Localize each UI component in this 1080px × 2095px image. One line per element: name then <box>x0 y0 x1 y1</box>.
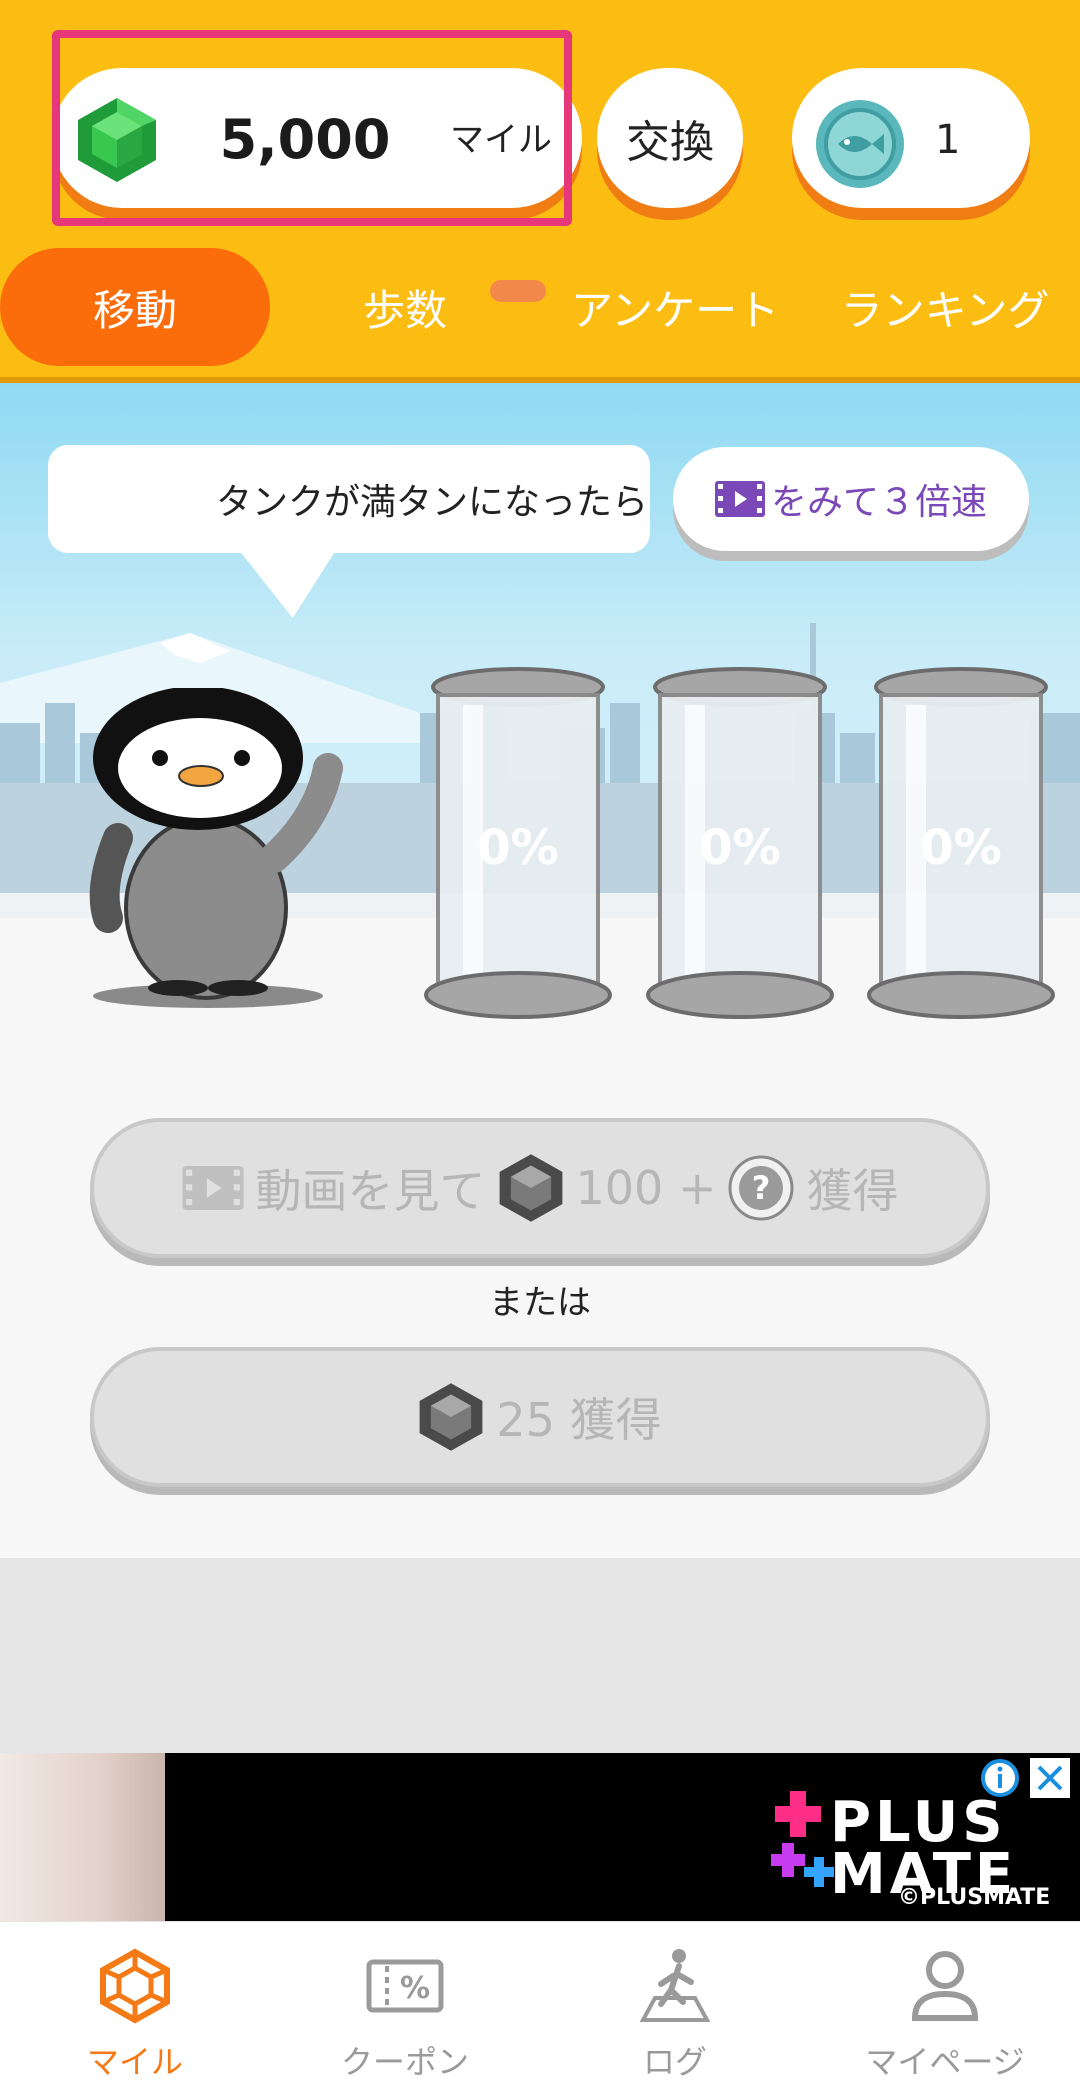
tab-label: アンケート <box>570 285 780 335</box>
tab-move[interactable]: 移動 <box>0 248 270 366</box>
tab-label: 歩数 <box>362 285 447 335</box>
tab-label: 移動 <box>92 285 177 335</box>
coupon-icon: % <box>366 1959 444 2013</box>
tab-survey[interactable]: アンケート <box>560 248 790 366</box>
get-25-label: 25 獲得 <box>496 1393 662 1447</box>
hexagon-gem-icon <box>100 1948 170 2024</box>
nav-label: マイページ <box>865 2043 1025 2081</box>
highlight-frame <box>52 30 572 226</box>
question-mark-icon: ? <box>728 1155 794 1221</box>
penguin-mascot <box>89 688 343 1008</box>
tab-steps[interactable]: 歩数 <box>300 248 510 366</box>
watch-video-get-button[interactable]: 動画を見て 100 + ? 獲得 <box>90 1118 990 1258</box>
exchange-button[interactable]: 交換 <box>597 68 743 208</box>
ad-photo <box>0 1753 165 1921</box>
svg-text:?: ? <box>752 1169 771 1207</box>
speech-bubble: タンクが満タンになったら <box>48 445 650 553</box>
nav-label: クーポン <box>340 2043 469 2081</box>
ad-info-icon[interactable] <box>980 1758 1020 1798</box>
fish-coin-count: 1 <box>935 117 961 163</box>
tab-ranking[interactable]: ランキング <box>830 248 1060 366</box>
video-film-icon <box>181 1166 244 1210</box>
tank-3-percent: 0% <box>920 820 1002 876</box>
fish-coin-icon <box>816 100 904 188</box>
content-spacer <box>0 1558 1080 1753</box>
exchange-label: 交換 <box>626 117 714 168</box>
gray-gem-icon <box>420 1383 483 1451</box>
plusmate-logo: PLUS MATE <box>771 1790 1013 1901</box>
bubble-text: タンクが満タンになったら <box>215 482 648 523</box>
nav-label: マイル <box>86 2043 183 2081</box>
nav-item-miles[interactable]: マイル <box>0 1922 270 2095</box>
walking-person-icon <box>639 1949 711 2022</box>
or-separator-text: または <box>489 1283 591 1323</box>
tab-label: ランキング <box>840 285 1050 335</box>
notification-badge <box>490 280 546 302</box>
nav-item-mypage[interactable]: マイページ <box>810 1922 1080 2095</box>
video-3x-label: をみて３倍速 <box>770 482 987 523</box>
ad-copyright: ©PLUSMATE <box>898 1885 1051 1910</box>
gray-gem-icon <box>499 1154 562 1222</box>
svg-text:%: % <box>400 1971 430 2006</box>
tank-2-percent: 0% <box>699 820 781 876</box>
get-25-button[interactable]: 25 獲得 <box>90 1347 990 1487</box>
nav-label: ログ <box>642 2043 707 2081</box>
nav-item-coupon[interactable]: % クーポン <box>270 1922 540 2095</box>
ad-close-icon[interactable] <box>1030 1758 1070 1798</box>
person-icon <box>911 1951 979 2021</box>
bottom-navigation: マイル % クーポン ログ マイページ <box>0 1921 1080 2095</box>
video-film-icon <box>714 481 765 517</box>
watch-video-3x-speed-button[interactable]: をみて３倍速 <box>673 447 1029 551</box>
watch-video-amount: 100 + <box>575 1161 717 1215</box>
nav-item-log[interactable]: ログ <box>540 1922 810 2095</box>
tank-1-percent: 0% <box>477 820 559 876</box>
watch-video-text: 動画を見て <box>255 1164 486 1218</box>
watch-video-get-text: 獲得 <box>806 1164 899 1218</box>
